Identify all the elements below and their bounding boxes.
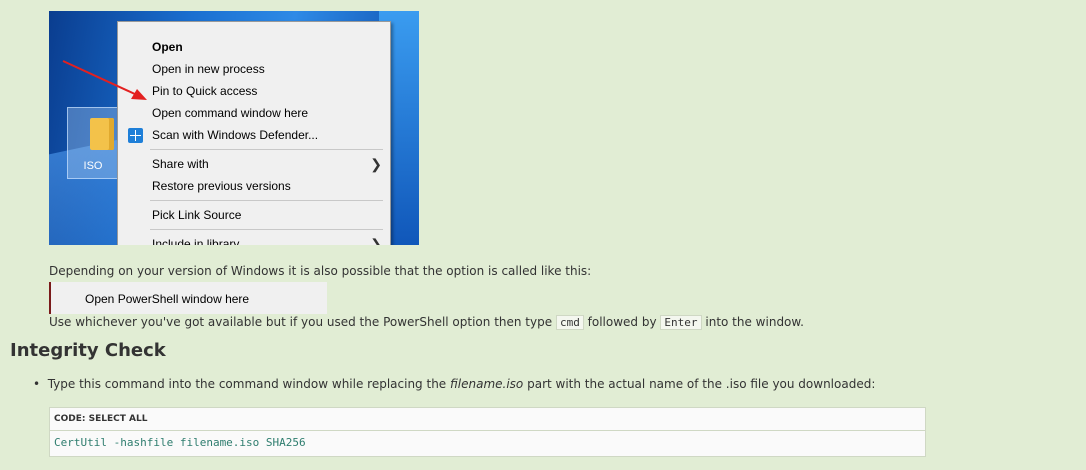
powershell-option-box: Open PowerShell window here — [49, 282, 327, 314]
powershell-option-label: Open PowerShell window here — [85, 292, 250, 306]
filename-placeholder: filename.iso — [450, 377, 524, 391]
version-note: Depending on your version of Windows it … — [49, 264, 592, 278]
cmd-keyword: cmd — [555, 315, 584, 330]
bullet-suffix: part with the actual name of the .iso fi… — [527, 377, 876, 391]
usage-instruction: Use whichever you've got available but i… — [49, 315, 804, 330]
code-block: CODE: SELECT ALL CertUtil -hashfile file… — [49, 407, 926, 457]
enter-key: Enter — [660, 315, 702, 330]
context-menu-screenshot: ISO Open Open in new process Pin to Quic… — [49, 11, 419, 245]
into-window-text: into the window. — [705, 315, 804, 329]
followed-by-text: followed by — [587, 315, 657, 329]
usage-prefix: Use whichever you've got available but i… — [49, 315, 553, 329]
bullet-prefix: Type this command into the command windo… — [47, 377, 447, 391]
section-title: Integrity Check — [10, 340, 166, 361]
bullet-marker: • — [33, 377, 41, 391]
code-command[interactable]: CertUtil -hashfile filename.iso SHA256 — [50, 431, 925, 455]
code-select-all[interactable]: CODE: SELECT ALL — [50, 408, 925, 431]
highlight-arrow-icon — [62, 60, 147, 100]
instruction-bullet: • Type this command into the command win… — [33, 377, 875, 391]
